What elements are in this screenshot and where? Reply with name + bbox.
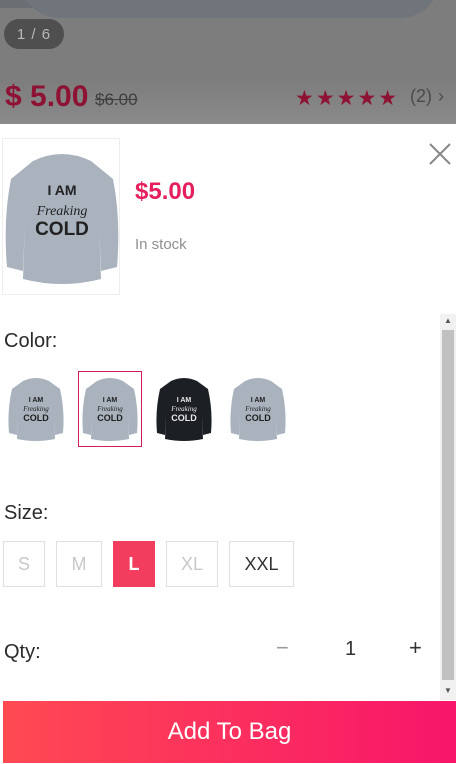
sweatshirt-swatch-image: I AMFreakingCOLD [230, 378, 286, 441]
shirt-text-line1: I AM [47, 182, 76, 198]
size-option-xl[interactable]: XL [166, 541, 218, 587]
shirt-text-line3: COLD [35, 219, 89, 240]
svg-text:COLD: COLD [245, 413, 271, 423]
background-price: $ 5.00 [5, 80, 89, 113]
color-swatch-gray-2[interactable]: I AM Freaking COLD [78, 371, 142, 447]
sweatshirt-swatch-image: I AMFreakingCOLD [8, 378, 64, 441]
size-label: Size: [4, 502, 49, 524]
qty-decrement-button[interactable]: − [276, 635, 289, 661]
size-options: S M L XL XXL [3, 541, 305, 587]
options-scrollbar[interactable]: ▲ ▼ [440, 314, 456, 700]
svg-text:Freaking: Freaking [244, 405, 271, 413]
color-swatch-gray-4[interactable]: I AM Freaking COLD [226, 371, 290, 447]
product-thumbnail: I AM Freaking COLD [2, 138, 120, 295]
stock-status: In stock [135, 236, 187, 253]
svg-text:I AM: I AM [177, 397, 192, 404]
qty-label: Qty: [4, 641, 41, 663]
size-option-m[interactable]: M [56, 541, 102, 587]
svg-text:Freaking: Freaking [22, 405, 49, 413]
qty-increment-button[interactable]: + [409, 635, 422, 661]
svg-text:COLD: COLD [23, 413, 49, 423]
size-option-xxl[interactable]: XXL [229, 541, 294, 587]
svg-text:I AM: I AM [29, 397, 44, 404]
chevron-right-icon: › [438, 86, 444, 106]
sweatshirt-swatch-image: I AMFreakingCOLD [156, 378, 212, 441]
background-product-photo [20, 0, 440, 18]
scroll-up-icon[interactable]: ▲ [444, 316, 452, 325]
svg-text:Freaking: Freaking [170, 405, 197, 413]
background-old-price: $6.00 [95, 90, 138, 109]
color-swatches: I AM Freaking COLD I AM Freaking COLD I AM Frea… [4, 371, 300, 447]
rating-stars: ★★★★★ [295, 87, 400, 110]
close-icon[interactable] [428, 142, 452, 166]
color-swatch-black-3[interactable]: I AM Freaking COLD [152, 371, 216, 447]
svg-text:I AM: I AM [103, 397, 118, 404]
size-option-l[interactable]: L [113, 541, 155, 587]
color-swatch-gray-1[interactable]: I AM Freaking COLD [4, 371, 68, 447]
scroll-down-icon[interactable]: ▼ [444, 686, 452, 695]
sheet-price: $5.00 [135, 178, 196, 205]
svg-text:COLD: COLD [97, 413, 123, 423]
sweatshirt-swatch-image: I AMFreakingCOLD [82, 378, 138, 441]
product-options-sheet: I AM Freaking COLD $5.00 In stock Color:… [0, 124, 456, 764]
shirt-text-line2: Freaking [36, 204, 88, 219]
svg-text:Freaking: Freaking [96, 405, 123, 413]
svg-text:I AM: I AM [251, 397, 266, 404]
scrollbar-thumb[interactable] [442, 330, 454, 680]
color-label: Color: [4, 330, 58, 352]
qty-value: 1 [345, 638, 357, 660]
image-counter: 1 / 6 [4, 19, 64, 49]
review-count: (2) [410, 86, 432, 106]
add-to-bag-button[interactable]: Add To Bag [3, 701, 456, 763]
svg-text:COLD: COLD [171, 413, 197, 423]
background-product-page: 1 / 6 $ 5.00 $6.00 ★★★★★ (2) › [0, 0, 456, 124]
size-option-s[interactable]: S [3, 541, 45, 587]
